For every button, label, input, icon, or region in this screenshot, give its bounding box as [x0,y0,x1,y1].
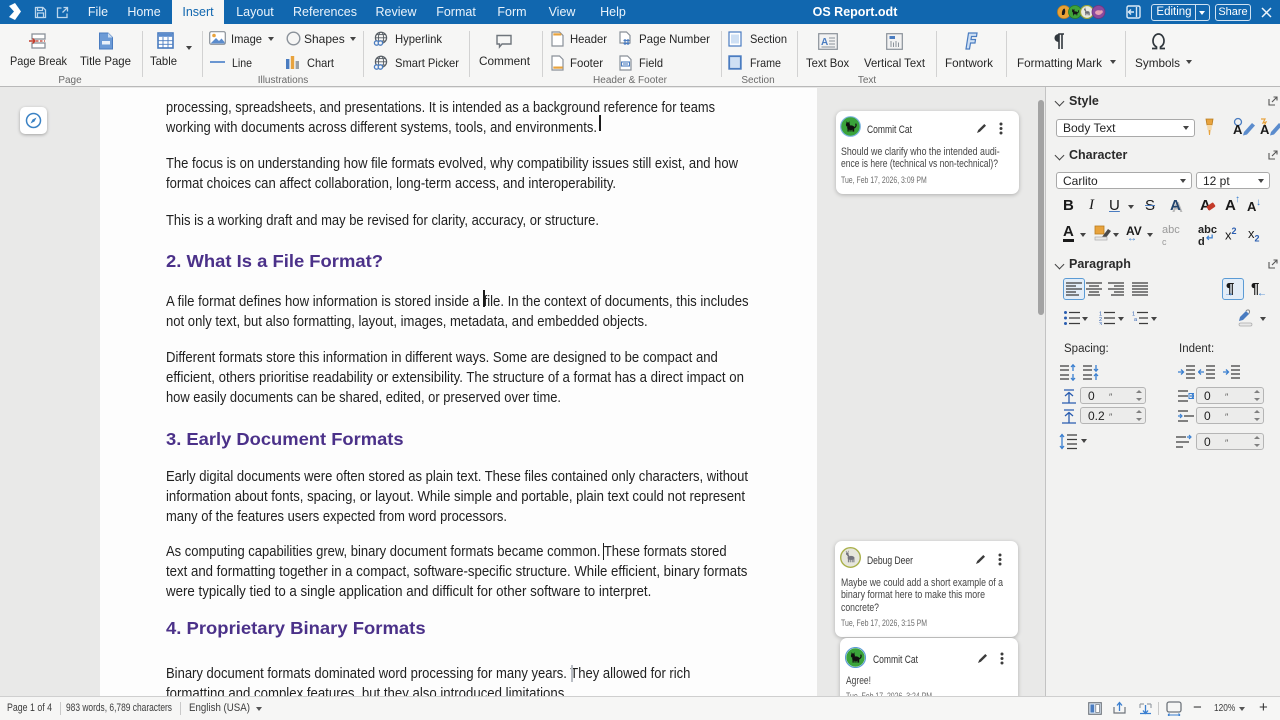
svg-text:A: A [1233,122,1243,137]
svg-text:a: a [1134,317,1138,323]
svg-text:A: A [821,37,828,48]
svg-text:A: A [1260,122,1270,137]
svg-text:3: 3 [1099,322,1102,325]
